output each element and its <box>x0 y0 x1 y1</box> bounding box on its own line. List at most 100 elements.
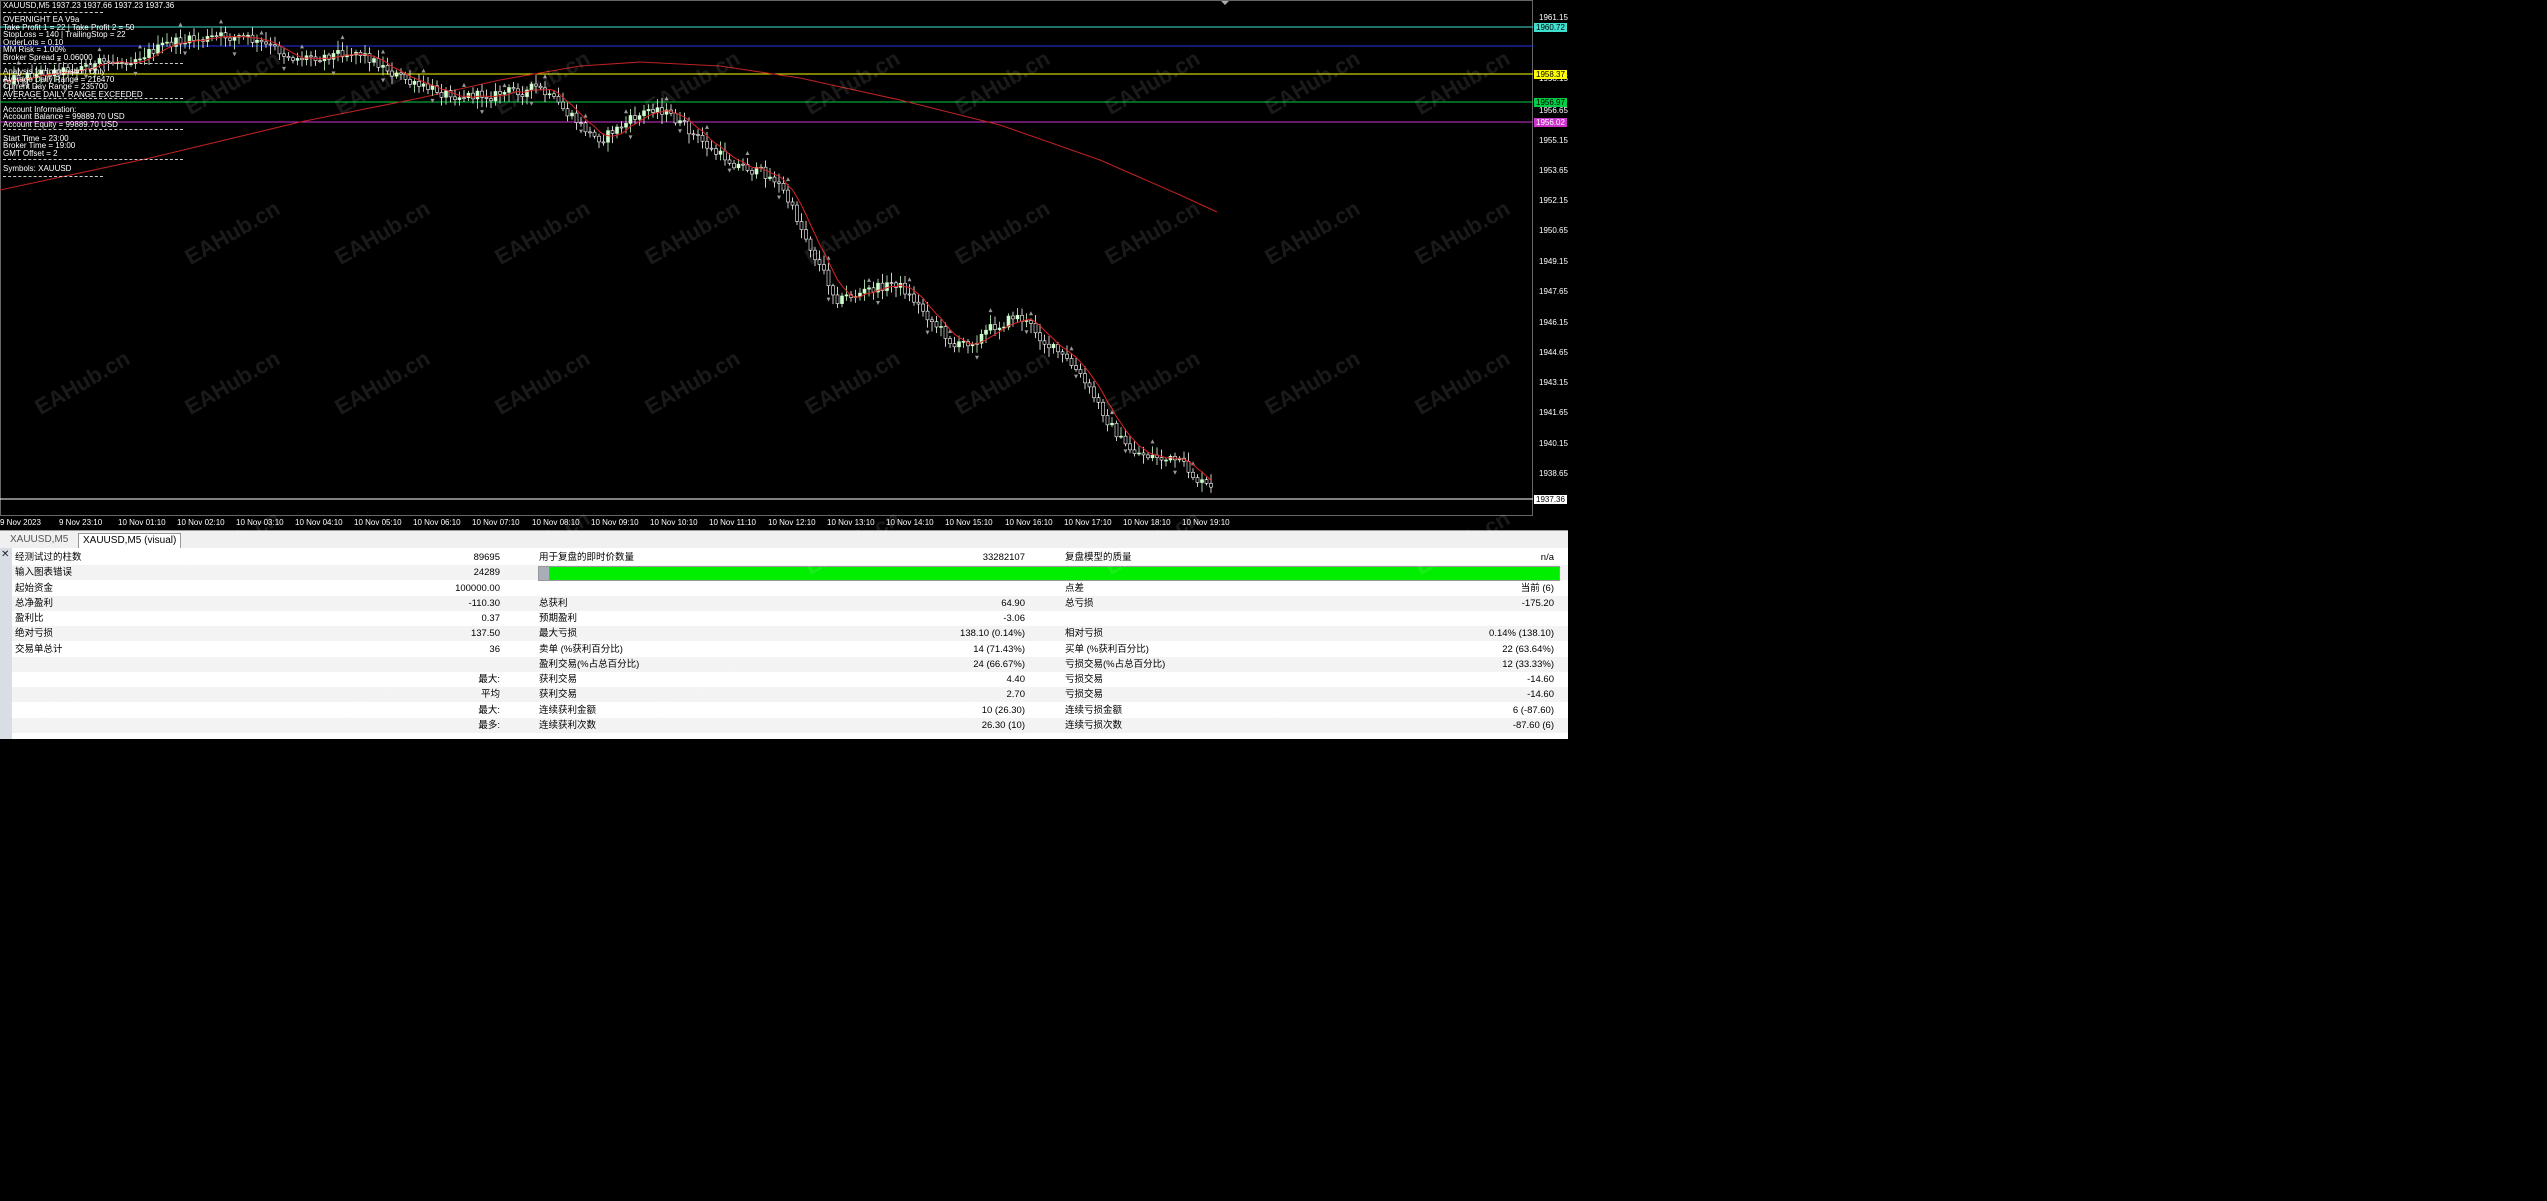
report-value: 平均 <box>480 689 500 701</box>
progress-knob <box>539 567 549 580</box>
chart-frame <box>0 0 1533 516</box>
fractal-up-arrow-icon <box>340 35 345 40</box>
fractal-down-arrow-icon <box>1173 470 1177 475</box>
candle-body <box>309 55 313 58</box>
candle-body <box>412 81 417 85</box>
price-tick-label: 1949.15 <box>1539 257 1568 266</box>
candle-body <box>642 110 646 116</box>
fractal-up-arrow-icon <box>219 19 223 24</box>
candle-body <box>867 287 871 290</box>
fractal-down-arrow-icon <box>727 168 732 173</box>
candlestick-chart-canvas[interactable] <box>0 0 1568 530</box>
fractal-down-arrow-icon <box>1074 374 1078 379</box>
tab-xauusd-m5[interactable]: XAUUSD,M5 <box>6 533 72 547</box>
candle-body <box>723 150 727 161</box>
time-tick-label: 10 Nov 07:10 <box>472 518 520 527</box>
info-separator <box>3 129 183 130</box>
candle-body <box>246 34 250 37</box>
report-value: 最大: <box>478 674 500 685</box>
candle-body <box>565 108 570 117</box>
candle-body <box>628 115 633 124</box>
fractal-up-arrow-icon <box>705 124 709 129</box>
fractal-down-arrow-icon <box>381 78 385 83</box>
report-label: 点差 <box>1065 582 1085 594</box>
candle-body <box>912 293 916 303</box>
ea-info-line: GMT Offset = 2 <box>3 149 58 158</box>
candle-body <box>984 329 988 335</box>
report-value: 6 (-87.60) <box>1512 704 1554 716</box>
candle-body <box>826 269 831 287</box>
report-value: 36 <box>489 643 500 655</box>
candle-body <box>529 83 534 91</box>
candle-body <box>151 49 156 54</box>
fractal-down-arrow-icon <box>529 101 534 106</box>
candle-body <box>714 148 718 155</box>
report-row: 最大: 连续获利金额 10 (26.30) 连续亏损金额 6 (-87.60) <box>12 703 1568 718</box>
candle-body <box>921 303 925 312</box>
candle-body <box>579 122 583 124</box>
candle-body <box>403 73 408 80</box>
report-label: 最大亏损 <box>539 628 578 640</box>
candle-body <box>939 326 943 328</box>
candle-body <box>1042 340 1047 345</box>
candle-body <box>102 58 106 62</box>
tab-xauusd-m5-visual[interactable]: XAUUSD,M5 (visual) <box>78 533 182 548</box>
report-label: 总净盈利 <box>15 597 54 609</box>
report-value: -14.60 <box>1527 689 1554 701</box>
report-label: 连续获利次数 <box>539 719 597 731</box>
candle-body <box>219 32 223 37</box>
candle-body <box>156 44 160 54</box>
report-label: 预期盈利 <box>539 613 578 624</box>
candle-body <box>862 288 867 294</box>
candle-body <box>822 264 826 271</box>
report-row: 平均 获利交易 2.70 亏损交易 -14.60 <box>12 687 1568 703</box>
price-tick-label: 1943.15 <box>1539 378 1568 387</box>
chart-tab-bar: XAUUSD,M5 XAUUSD,M5 (visual) <box>0 530 1568 548</box>
price-tag-label: 1956.97 <box>1534 98 1567 107</box>
report-value: -14.60 <box>1527 674 1554 685</box>
candle-body <box>561 101 565 110</box>
candle-body <box>606 130 610 143</box>
candle-body <box>1029 320 1033 324</box>
candle-body <box>1087 382 1092 388</box>
price-chart[interactable]: XAUUSD,M5 1937.23 1937.66 1937.23 1937.3… <box>0 0 1568 530</box>
fractal-down-arrow-icon <box>480 110 484 115</box>
candle-body <box>417 81 421 87</box>
fractal-up-arrow-icon <box>1069 346 1074 351</box>
time-tick-label: 10 Nov 04:10 <box>295 518 343 527</box>
report-value: 89695 <box>473 552 500 563</box>
ea-info-line: Broker Spread = 0.06000 <box>3 53 93 62</box>
fractal-up-arrow-icon <box>1150 439 1155 444</box>
candle-body <box>781 183 786 191</box>
candle-body <box>556 96 561 103</box>
candle-body <box>264 41 268 45</box>
candle-body <box>390 70 394 77</box>
time-tick-label: 10 Nov 14:10 <box>886 518 934 527</box>
candle-body <box>925 310 930 321</box>
report-value <box>872 581 1025 596</box>
price-tick-label: 1953.65 <box>1539 166 1568 175</box>
candle-body <box>1051 344 1056 349</box>
report-label: 交易单总计 <box>15 643 63 655</box>
report-value: 4.40 <box>1006 674 1026 685</box>
report-row: 经测试过的柱数 89695 用于复盘的即时价数量 33282107 复盘模型的质量 n/a <box>12 550 1568 565</box>
fractal-up-arrow-icon <box>988 308 993 313</box>
candle-body <box>543 87 547 96</box>
candle-body <box>588 131 592 134</box>
report-value: -110.30 <box>468 597 500 609</box>
price-tick-label: 1938.65 <box>1539 469 1568 478</box>
report-label: 亏损交易(%占总百分比) <box>1065 658 1166 670</box>
fractal-down-arrow-icon <box>876 301 880 306</box>
close-icon[interactable]: ✕ <box>1 549 9 560</box>
candle-body <box>777 181 781 184</box>
fractal-up-arrow-icon <box>664 96 669 101</box>
time-tick-label: 10 Nov 13:10 <box>827 518 875 527</box>
candle-body <box>736 163 741 169</box>
report-value: -175.20 <box>1521 597 1554 609</box>
report-row: 总净盈利 -110.30 总获利 64.90 总亏损 -175.20 <box>12 595 1568 611</box>
fractal-down-arrow-icon <box>579 129 583 134</box>
price-tag-label: 1958.37 <box>1534 70 1567 79</box>
report-value: 最大: <box>478 704 500 716</box>
candle-body <box>786 189 790 203</box>
report-label: 盈利交易(%占总百分比) <box>539 658 640 670</box>
